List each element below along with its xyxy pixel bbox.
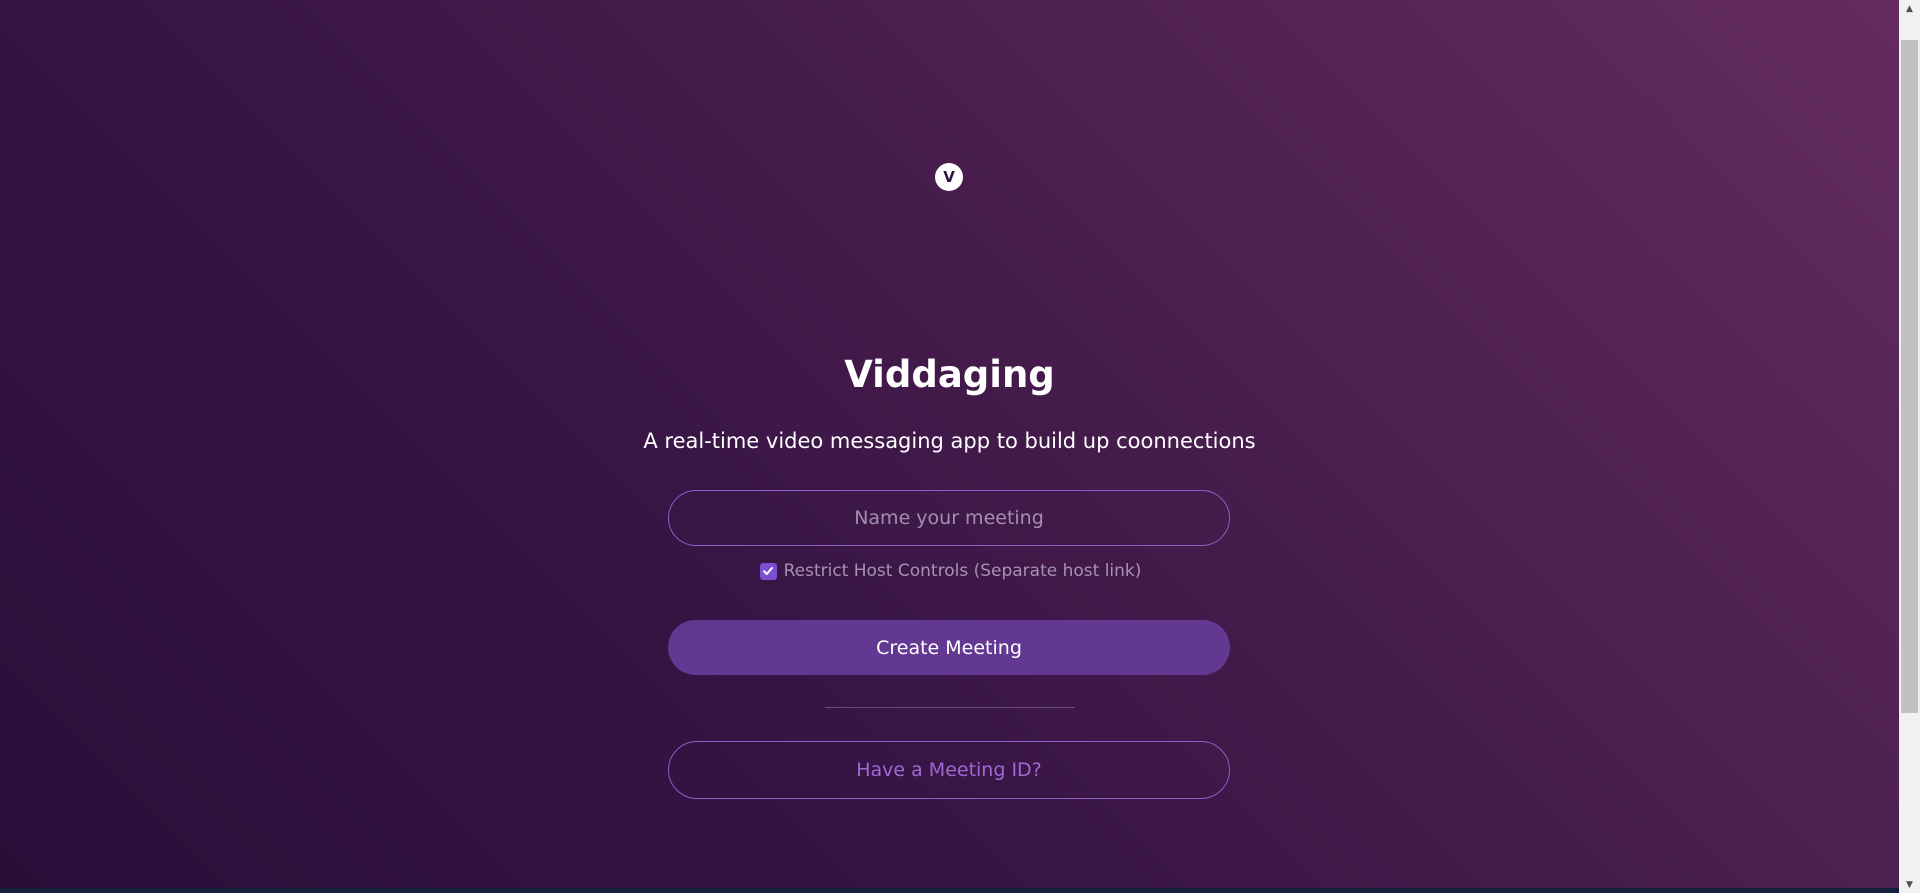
scroll-down-icon[interactable]: ▼ — [1899, 876, 1920, 893]
scrollbar-thumb[interactable] — [1901, 40, 1918, 713]
taskbar-strip — [0, 888, 1899, 893]
restrict-host-label[interactable]: Restrict Host Controls (Separate host li… — [784, 557, 1142, 585]
vertical-scrollbar[interactable]: ▲ ▼ — [1899, 0, 1920, 893]
have-meeting-id-button[interactable]: Have a Meeting ID? — [668, 741, 1230, 799]
meeting-name-input[interactable] — [668, 490, 1230, 546]
restrict-host-row: Restrict Host Controls (Separate host li… — [0, 557, 1899, 585]
app-logo: V — [935, 163, 963, 191]
app-tagline: A real-time video messaging app to build… — [643, 429, 1256, 453]
divider — [825, 707, 1075, 708]
create-meeting-button[interactable]: Create Meeting — [668, 620, 1230, 675]
scroll-up-icon[interactable]: ▲ — [1899, 0, 1920, 17]
page-background: V Viddaging A real-time video messaging … — [0, 0, 1899, 888]
checkmark-icon — [763, 567, 774, 575]
logo-letter: V — [943, 167, 955, 186]
restrict-host-checkbox[interactable] — [759, 562, 777, 580]
app-title: Viddaging — [844, 353, 1055, 396]
